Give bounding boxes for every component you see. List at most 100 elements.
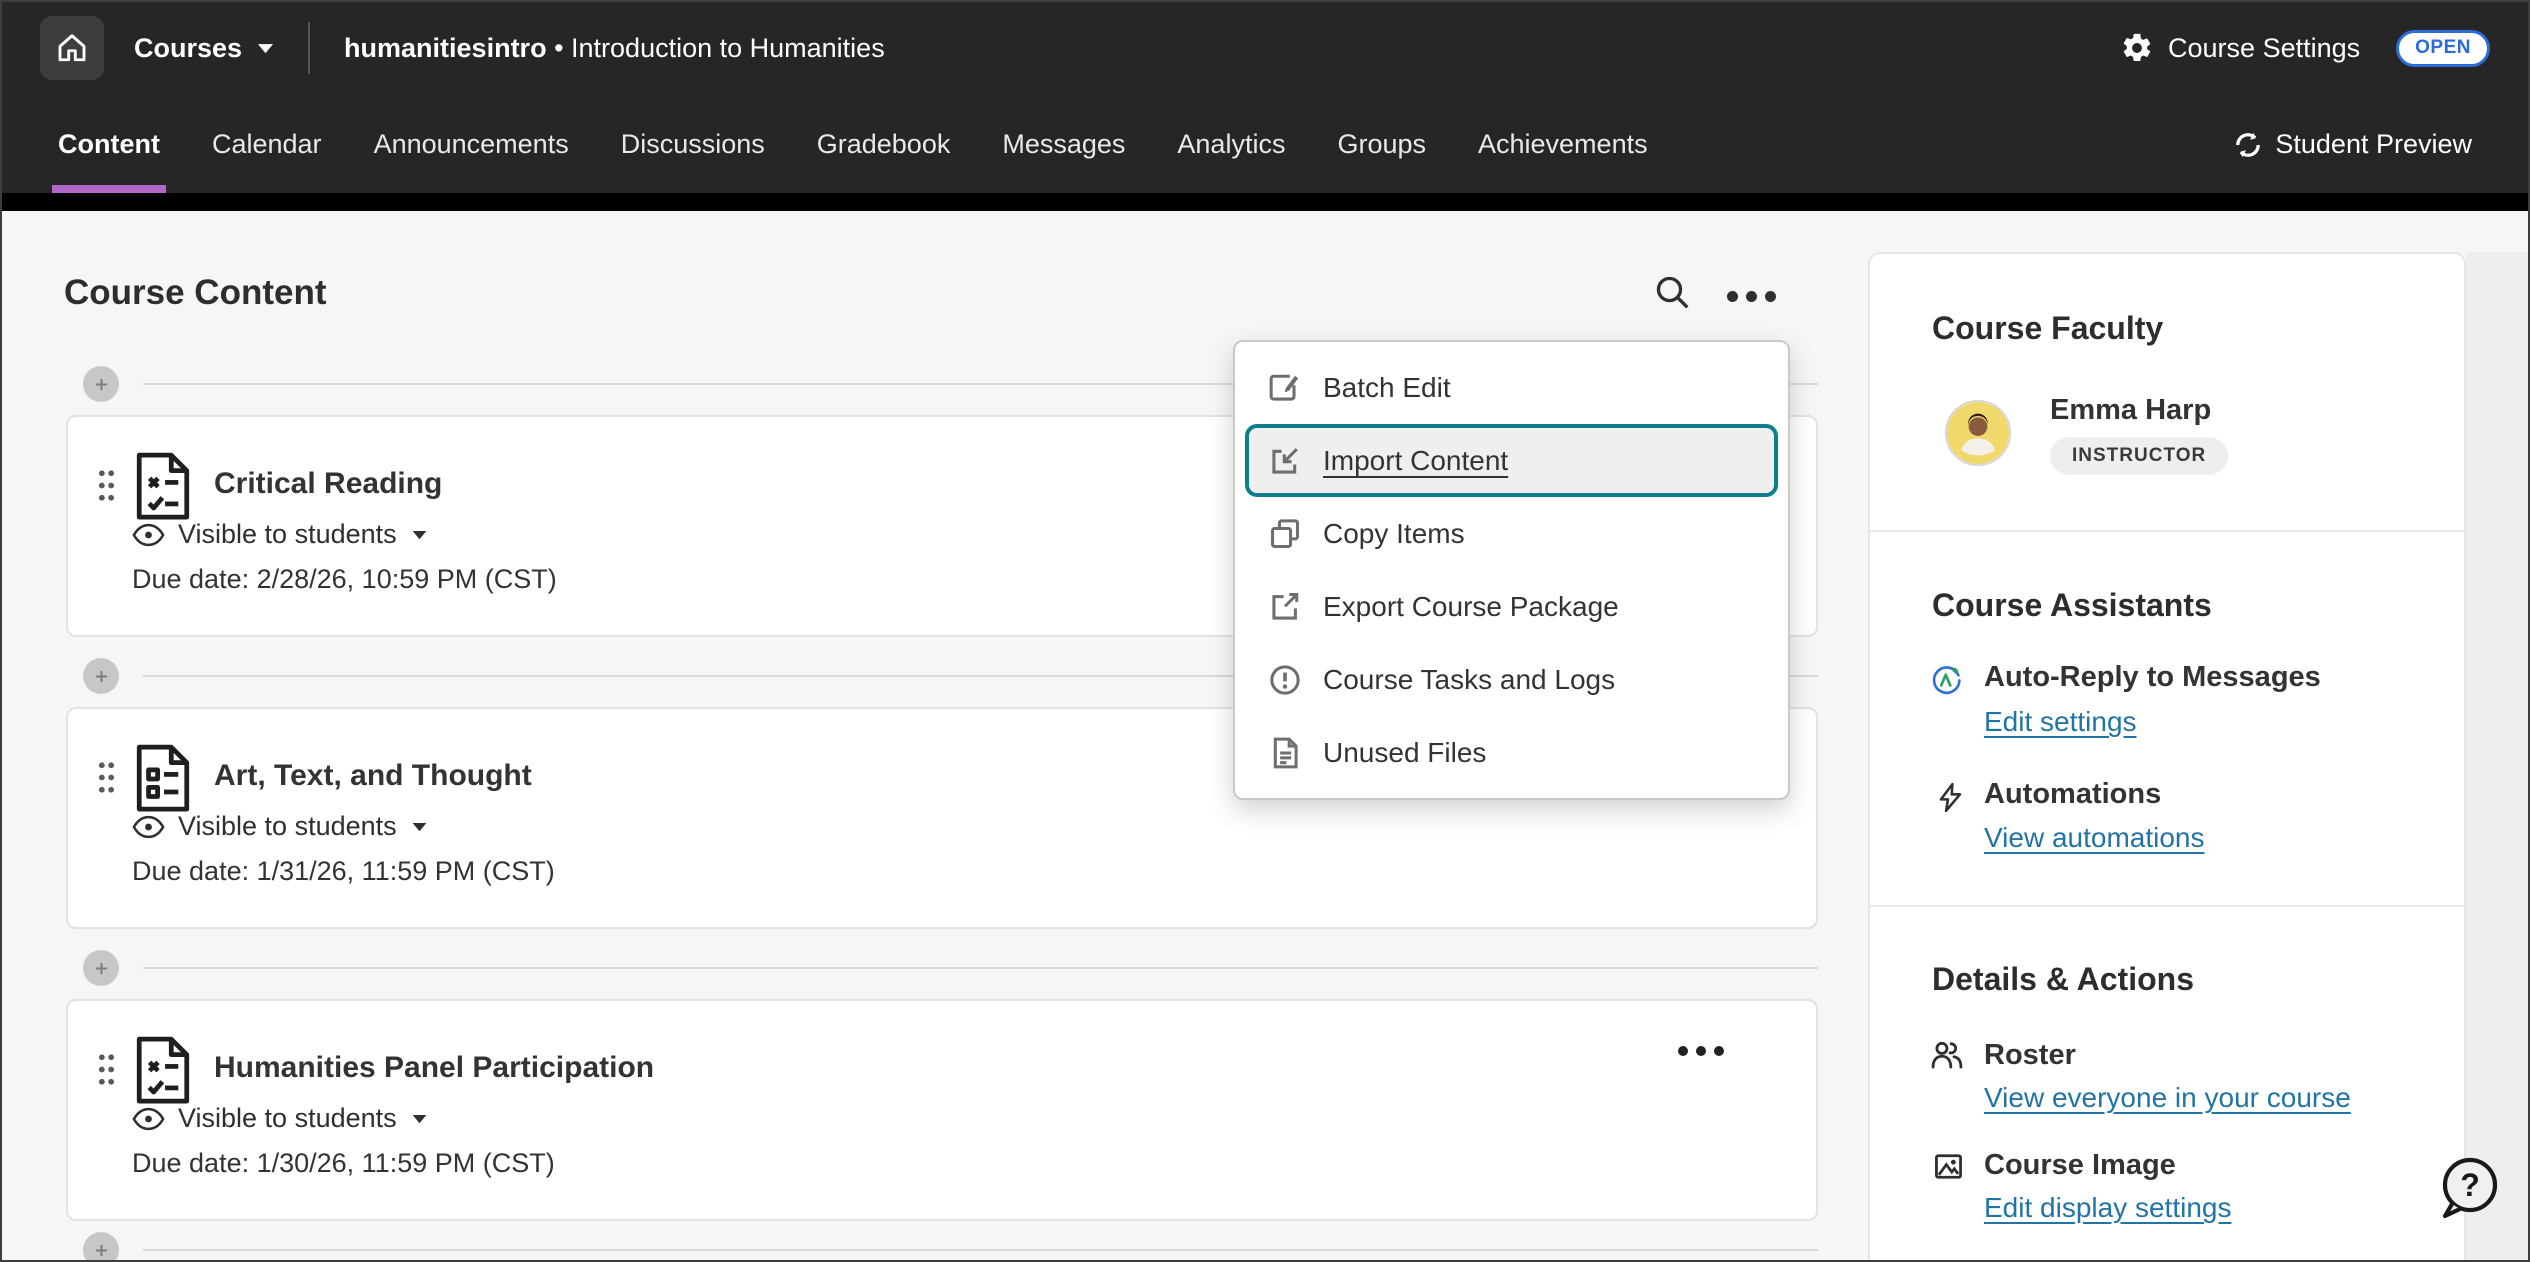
- course-title: Introduction to Humanities: [571, 33, 885, 63]
- content-item-title[interactable]: Critical Reading: [214, 467, 442, 501]
- course-id: humanitiesintro: [344, 33, 547, 63]
- svg-text:?: ?: [2460, 1167, 2480, 1203]
- menu-item-label: Copy Items: [1323, 518, 1465, 550]
- menu-item-copy-items[interactable]: Copy Items: [1235, 497, 1788, 570]
- content-item-title[interactable]: Humanities Panel Participation: [214, 1051, 654, 1085]
- help-icon: ?: [2434, 1211, 2504, 1226]
- assessment-document-icon: [132, 1035, 194, 1103]
- content-item-title[interactable]: Art, Text, and Thought: [214, 759, 532, 793]
- add-content-button[interactable]: [83, 950, 119, 986]
- edit-display-settings-link[interactable]: Edit display settings: [1984, 1192, 2231, 1224]
- courses-label: Courses: [134, 33, 242, 64]
- plus-icon: [92, 959, 111, 978]
- assessment-document-icon: [132, 451, 194, 519]
- menu-item-import-content[interactable]: Import Content: [1245, 424, 1778, 497]
- tab-groups[interactable]: Groups: [1337, 96, 1426, 193]
- drag-handle-icon[interactable]: [96, 468, 117, 504]
- unused-files-icon: [1267, 735, 1303, 771]
- menu-item-unused-files[interactable]: Unused Files: [1235, 716, 1788, 789]
- divider-line: [143, 1249, 1818, 1251]
- edit-settings-link[interactable]: Edit settings: [1984, 706, 2137, 738]
- visibility-label: Visible to students: [178, 811, 397, 842]
- visibility-dropdown[interactable]: Visible to students: [132, 1103, 427, 1134]
- gear-icon: [2120, 31, 2154, 65]
- roster-people-icon: [1928, 1038, 1966, 1071]
- add-content-row: [83, 1232, 1818, 1262]
- details-heading: Details & Actions: [1932, 961, 2194, 998]
- view-automations-link[interactable]: View automations: [1984, 822, 2205, 854]
- eye-icon: [132, 1107, 165, 1131]
- search-button[interactable]: [1646, 267, 1700, 321]
- add-content-button[interactable]: [83, 1232, 119, 1262]
- faculty-heading: Course Faculty: [1932, 310, 2163, 347]
- home-icon: [54, 29, 90, 68]
- refresh-icon: [2233, 130, 2263, 160]
- tab-gradebook[interactable]: Gradebook: [817, 96, 951, 193]
- ai-assistant-icon: [1930, 664, 1963, 697]
- roster-title: Roster: [1984, 1039, 2076, 1072]
- due-date: Due date: 2/28/26, 10:59 PM (CST): [132, 564, 557, 595]
- view-everyone-link[interactable]: View everyone in your course: [1984, 1082, 2351, 1114]
- auto-reply-title: Auto-Reply to Messages: [1984, 661, 2321, 694]
- menu-item-label: Batch Edit: [1323, 372, 1451, 404]
- instructor-role-badge: INSTRUCTOR: [2050, 437, 2228, 475]
- due-date: Due date: 1/31/26, 11:59 PM (CST): [132, 856, 555, 887]
- open-status-badge[interactable]: OPEN: [2396, 30, 2490, 67]
- visibility-label: Visible to students: [178, 519, 397, 550]
- import-content-icon: [1267, 443, 1303, 479]
- chevron-down-icon: [412, 822, 427, 832]
- lightning-bolt-icon: [1934, 781, 1967, 814]
- eye-icon: [132, 523, 165, 547]
- visibility-dropdown[interactable]: Visible to students: [132, 519, 427, 550]
- course-nav: Content Calendar Announcements Discussio…: [0, 96, 2530, 193]
- visibility-label: Visible to students: [178, 1103, 397, 1134]
- chevron-down-icon: [257, 43, 274, 54]
- course-details-panel: Course Faculty Emma Harp INSTRUCTOR Cour…: [1868, 252, 2466, 1262]
- help-button[interactable]: ?: [2434, 1153, 2504, 1223]
- eye-icon: [132, 815, 165, 839]
- add-content-button[interactable]: [83, 658, 119, 694]
- course-page: Courses humanitiesintro • Introduction t…: [0, 0, 2530, 1262]
- tab-discussions[interactable]: Discussions: [621, 96, 765, 193]
- course-settings-button[interactable]: Course Settings: [2168, 33, 2360, 64]
- add-content-button[interactable]: [83, 366, 119, 402]
- tab-achievements[interactable]: Achievements: [1478, 96, 1648, 193]
- menu-item-export-course-package[interactable]: Export Course Package: [1235, 570, 1788, 643]
- tab-content[interactable]: Content: [58, 96, 160, 193]
- menu-item-course-tasks-logs[interactable]: Course Tasks and Logs: [1235, 643, 1788, 716]
- visibility-dropdown[interactable]: Visible to students: [132, 811, 427, 842]
- tasks-logs-icon: [1267, 662, 1303, 698]
- plus-icon: [92, 667, 111, 686]
- instructor-avatar[interactable]: [1945, 400, 2011, 466]
- add-content-row: [83, 950, 1818, 986]
- tab-announcements[interactable]: Announcements: [374, 96, 569, 193]
- content-card-humanities-panel: Humanities Panel Participation Visible t…: [66, 999, 1818, 1221]
- course-content-more-options-button[interactable]: [1712, 277, 1790, 315]
- topbar-right: Course Settings OPEN: [2120, 30, 2490, 67]
- assistants-heading: Course Assistants: [1932, 587, 2212, 624]
- menu-item-batch-edit[interactable]: Batch Edit: [1235, 351, 1788, 424]
- drag-handle-icon[interactable]: [96, 1052, 117, 1088]
- plus-icon: [92, 375, 111, 394]
- courses-dropdown[interactable]: Courses: [134, 33, 274, 64]
- top-bar: Courses humanitiesintro • Introduction t…: [0, 0, 2530, 96]
- copy-items-icon: [1267, 516, 1303, 552]
- course-content-options-menu: Batch Edit Import Content Copy Items Exp…: [1233, 340, 1790, 800]
- item-more-options-button[interactable]: [1664, 1031, 1738, 1071]
- student-preview-button[interactable]: Student Preview: [2233, 129, 2472, 160]
- panel-divider: [1870, 530, 2464, 532]
- plus-icon: [92, 1241, 111, 1260]
- course-image-title: Course Image: [1984, 1149, 2176, 1182]
- home-button[interactable]: [40, 16, 104, 80]
- content-area: Course Content Critical Reading: [0, 211, 2530, 1262]
- ellipsis-icon: [1727, 291, 1738, 302]
- menu-item-label: Unused Files: [1323, 737, 1486, 769]
- due-date: Due date: 1/30/26, 11:59 PM (CST): [132, 1148, 555, 1179]
- tab-analytics[interactable]: Analytics: [1177, 96, 1285, 193]
- tab-messages[interactable]: Messages: [1002, 96, 1125, 193]
- right-margin-strip: [2466, 252, 2530, 1262]
- export-package-icon: [1267, 589, 1303, 625]
- tab-calendar[interactable]: Calendar: [212, 96, 322, 193]
- drag-handle-icon[interactable]: [96, 760, 117, 796]
- search-icon: [1652, 272, 1694, 317]
